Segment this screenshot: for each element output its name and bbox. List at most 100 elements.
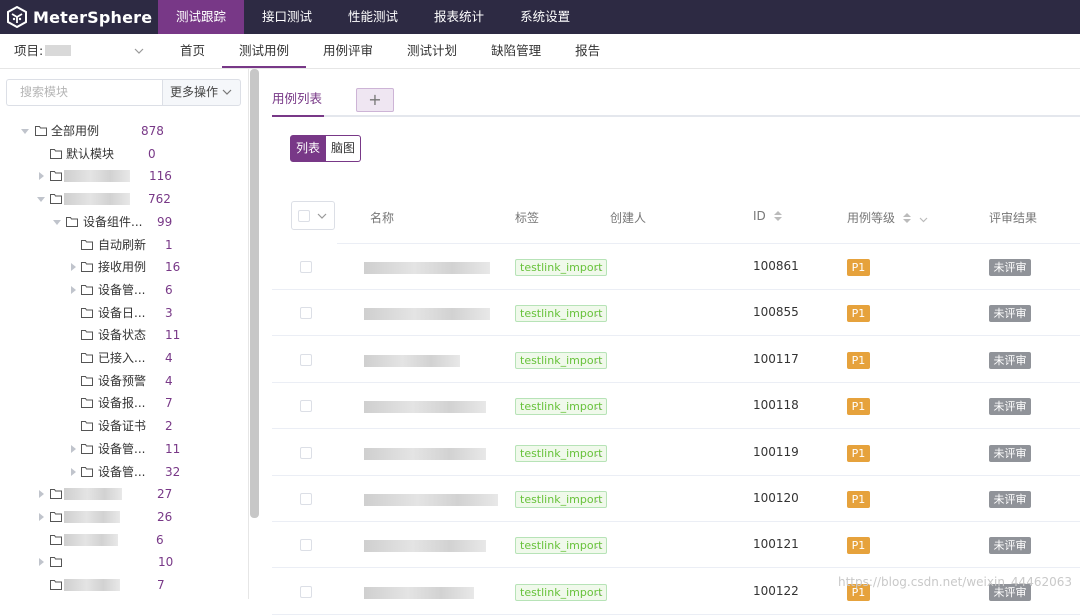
tree-node[interactable]: 设备报...7 xyxy=(0,393,245,413)
tree-node[interactable]: 27 xyxy=(0,484,245,504)
caret-right-icon[interactable] xyxy=(69,445,77,453)
table-row[interactable]: testlink_import .. 100119 P1 未评审 xyxy=(272,430,1080,476)
case-tag: testlink_import xyxy=(515,537,607,554)
table-row[interactable]: testlink_import .. 100117 P1 未评审 xyxy=(272,337,1080,383)
sub-nav-defects[interactable]: 缺陷管理 xyxy=(474,34,558,68)
tree-node[interactable]: 设备日...3 xyxy=(0,303,245,323)
row-checkbox[interactable] xyxy=(300,307,312,319)
row-checkbox[interactable] xyxy=(300,447,312,459)
top-nav-api-test[interactable]: 接口测试 xyxy=(244,0,330,34)
top-nav-performance-test[interactable]: 性能测试 xyxy=(330,0,416,34)
redacted-case-name[interactable] xyxy=(364,308,490,320)
tree-node[interactable]: 7 xyxy=(0,575,245,595)
tree-node[interactable]: 762 xyxy=(0,189,245,209)
tree-node[interactable]: 全部用例878 xyxy=(0,121,245,141)
select-all-dropdown[interactable] xyxy=(291,201,335,230)
review-status-badge: 未评审 xyxy=(989,352,1031,369)
tree-node[interactable]: 接收用例16 xyxy=(0,257,245,277)
row-checkbox[interactable] xyxy=(300,493,312,505)
tree-node-label: 全部用例 xyxy=(51,121,99,141)
column-priority-label: 用例等级 xyxy=(847,211,895,225)
sub-nav-reports[interactable]: 报告 xyxy=(558,34,617,68)
tree-node[interactable]: 设备组件...99 xyxy=(0,212,245,232)
caret-right-icon[interactable] xyxy=(69,468,77,476)
table-row[interactable]: testlink_import .. 100861 P1 未评审 xyxy=(272,244,1080,290)
column-id-label: ID xyxy=(753,209,766,223)
row-checkbox[interactable] xyxy=(300,400,312,412)
tree-node[interactable]: 26 xyxy=(0,507,245,527)
creator-truncated: .. xyxy=(595,306,602,319)
tree-node[interactable]: 设备管...11 xyxy=(0,439,245,459)
caret-down-icon[interactable] xyxy=(53,218,61,226)
folder-icon xyxy=(50,193,62,204)
redacted-case-name[interactable] xyxy=(364,540,486,552)
sort-icon[interactable] xyxy=(774,211,782,221)
sub-nav-test-cases[interactable]: 测试用例 xyxy=(222,34,306,68)
row-checkbox[interactable] xyxy=(300,539,312,551)
row-checkbox[interactable] xyxy=(300,354,312,366)
sub-nav-test-plan[interactable]: 测试计划 xyxy=(390,34,474,68)
caret-right-icon[interactable] xyxy=(37,513,45,521)
tree-node[interactable]: 116 xyxy=(0,166,245,186)
column-review: 评审结果 xyxy=(989,209,1037,226)
caret-down-icon[interactable] xyxy=(21,127,29,135)
module-search-input[interactable]: 搜索模块 xyxy=(6,79,163,106)
filter-chevron-icon[interactable] xyxy=(919,217,928,223)
table-row[interactable]: testlink_import .. 100855 P1 未评审 xyxy=(272,290,1080,336)
sidebar-scrollbar[interactable] xyxy=(250,69,259,518)
redacted-case-name[interactable] xyxy=(364,587,474,599)
tab-case-list[interactable]: 用例列表 xyxy=(272,88,324,115)
caret-right-icon[interactable] xyxy=(37,558,45,566)
row-checkbox[interactable] xyxy=(300,586,312,598)
tree-node[interactable]: 6 xyxy=(0,530,245,550)
case-id: 100122 xyxy=(753,584,799,598)
tree-node[interactable]: 设备管...6 xyxy=(0,280,245,300)
redacted-case-name[interactable] xyxy=(364,262,490,274)
caret-right-icon[interactable] xyxy=(69,263,77,271)
mindmap-view-button[interactable]: 脑图 xyxy=(326,135,361,162)
redacted-case-name[interactable] xyxy=(364,448,486,460)
column-id[interactable]: ID xyxy=(753,209,782,223)
priority-badge: P1 xyxy=(847,259,870,276)
top-bar: MeterSphere 测试跟踪 接口测试 性能测试 报表统计 系统设置 xyxy=(0,0,1080,34)
caret-right-icon[interactable] xyxy=(69,286,77,294)
project-selector[interactable]: 项目: xyxy=(14,34,71,68)
top-nav-report-stats[interactable]: 报表统计 xyxy=(416,0,502,34)
more-actions-dropdown[interactable]: 更多操作 xyxy=(162,79,241,106)
chevron-down-icon xyxy=(222,89,232,96)
table-row[interactable]: testlink_import .. 100118 P1 未评审 xyxy=(272,383,1080,429)
tree-node[interactable]: 设备证书2 xyxy=(0,416,245,436)
add-tab-button[interactable]: + xyxy=(356,88,394,112)
sub-nav-home[interactable]: 首页 xyxy=(163,34,222,68)
redacted-case-name[interactable] xyxy=(364,355,460,367)
tree-node[interactable]: 默认模块0 xyxy=(0,144,245,164)
tree-node[interactable]: 自动刷新1 xyxy=(0,235,245,255)
caret-right-icon[interactable] xyxy=(37,490,45,498)
tree-node-count: 4 xyxy=(165,371,173,391)
tree-node-count: 0 xyxy=(148,144,156,164)
sort-icon[interactable] xyxy=(903,213,911,223)
tree-node[interactable]: 设备管...32 xyxy=(0,462,245,482)
creator-truncated: .. xyxy=(595,399,602,412)
list-view-button[interactable]: 列表 xyxy=(290,135,326,162)
caret-down-icon[interactable] xyxy=(37,195,45,203)
column-priority[interactable]: 用例等级 xyxy=(847,209,928,226)
redacted-case-name[interactable] xyxy=(364,401,486,413)
row-checkbox[interactable] xyxy=(300,261,312,273)
table-row[interactable]: testlink_import .. 100121 P1 未评审 xyxy=(272,522,1080,568)
table-row[interactable]: testlink_import .. 100120 P1 未评审 xyxy=(272,476,1080,522)
caret-right-icon[interactable] xyxy=(37,172,45,180)
select-all-checkbox[interactable] xyxy=(298,210,310,222)
tree-node[interactable]: 已接入...4 xyxy=(0,348,245,368)
sub-nav-case-review[interactable]: 用例评审 xyxy=(306,34,390,68)
tree-node[interactable]: 设备预警4 xyxy=(0,371,245,391)
tree-node-label: 自动刷新 xyxy=(98,235,146,255)
top-nav-test-tracking[interactable]: 测试跟踪 xyxy=(158,0,244,34)
chevron-down-icon[interactable] xyxy=(134,46,144,56)
top-nav-system-settings[interactable]: 系统设置 xyxy=(502,0,588,34)
redacted-case-name[interactable] xyxy=(364,494,498,506)
tree-node[interactable]: 10 xyxy=(0,552,245,572)
tree-node-count: 26 xyxy=(157,507,172,527)
brand-logo[interactable]: MeterSphere xyxy=(6,4,152,30)
tree-node[interactable]: 设备状态11 xyxy=(0,325,245,345)
